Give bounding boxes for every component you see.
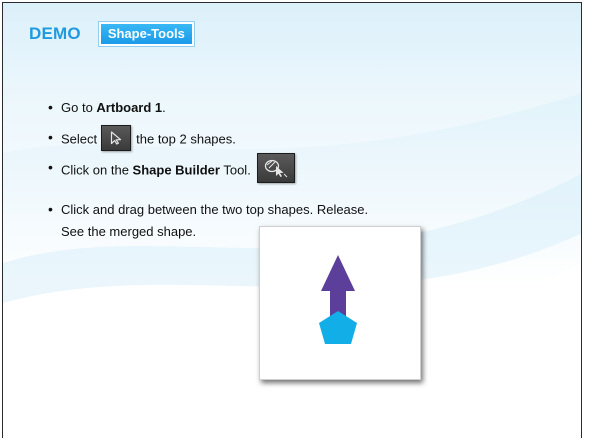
pentagon-shape <box>319 311 357 344</box>
step2-text: Select <box>61 131 98 147</box>
step3-text: Click on the <box>61 162 133 178</box>
demo-label: DEMO <box>29 24 81 43</box>
step-shape-builder: • Click on the Shape Builder Tool. <box>48 153 295 183</box>
step4-line2: See the merged shape. <box>61 224 197 239</box>
step-go-to-artboard: • Go to Artboard 1. <box>48 99 166 116</box>
artboard-name: Artboard 1 <box>96 100 163 115</box>
slide-frame: DEMO Shape-Tools • Go to Artboard 1. • S… <box>2 2 582 438</box>
shape-builder-icon <box>264 159 288 178</box>
bullet-icon: • <box>48 129 53 145</box>
merged-shape-preview <box>259 226 421 380</box>
step2-suffix: the top 2 shapes. <box>136 131 236 147</box>
bullet-icon: • <box>48 99 53 115</box>
arrow-shape <box>321 255 355 319</box>
demo-slide: DEMO Shape-Tools • Go to Artboard 1. • S… <box>0 0 600 440</box>
slide-header: DEMO Shape-Tools <box>29 22 194 46</box>
bullet-icon: • <box>48 159 53 175</box>
step3-suffix: Tool. <box>219 162 251 178</box>
merged-shapes-illustration <box>319 255 357 344</box>
selection-tool-button[interactable] <box>101 125 132 151</box>
shape-tools-badge: Shape-Tools <box>98 22 194 46</box>
shape-builder-tool-button[interactable] <box>256 153 295 183</box>
step1-period: . <box>162 100 166 115</box>
step-see-merged: See the merged shape. <box>61 223 196 240</box>
step4-line1: Click and drag between the two top shape… <box>61 202 369 217</box>
shape-builder-name: Shape Builder <box>132 162 220 178</box>
bullet-icon: • <box>48 201 53 217</box>
selection-arrow-icon <box>111 131 122 145</box>
step-select-shapes: • Select the top 2 shapes. <box>48 125 236 151</box>
step1-text: Go to <box>61 100 97 115</box>
step-click-drag: • Click and drag between the two top sha… <box>48 201 369 218</box>
